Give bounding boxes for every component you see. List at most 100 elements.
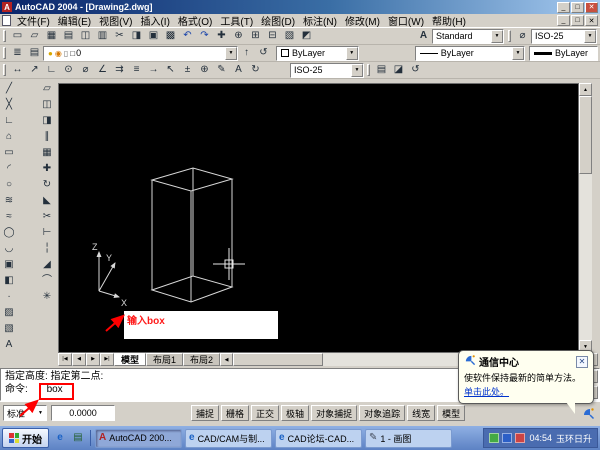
revision-cloud-icon[interactable]: ≋ xyxy=(1,193,17,209)
dim-diameter-icon[interactable]: ⌀ xyxy=(77,63,94,78)
balloon-link[interactable]: 单击此处。 xyxy=(464,385,509,398)
scroll-left-icon[interactable]: ◀ xyxy=(220,353,233,366)
spline-icon[interactable]: ≈ xyxy=(1,209,17,225)
tab-layout1[interactable]: 布局1 xyxy=(146,353,183,366)
dim-continue-icon[interactable]: → xyxy=(145,63,162,78)
drawing-area[interactable]: Z Y X 输入box xyxy=(58,83,579,353)
make-block-icon[interactable]: ◧ xyxy=(1,273,17,289)
dim-style-icon[interactable]: ⌀ xyxy=(514,29,531,44)
ellipse-arc-icon[interactable]: ◡ xyxy=(1,241,17,257)
dim-angular-icon[interactable]: ∠ xyxy=(94,63,111,78)
plot-icon[interactable]: ▤ xyxy=(60,29,77,44)
region-icon[interactable]: ▧ xyxy=(1,321,17,337)
point-icon[interactable]: ∙ xyxy=(1,289,17,305)
vertical-scrollbar[interactable]: ▲ ▼ xyxy=(579,83,592,353)
paste-icon[interactable]: ▣ xyxy=(145,29,162,44)
balloon-close-button[interactable]: ✕ xyxy=(576,356,588,368)
status-toggle[interactable]: 线宽 xyxy=(407,405,435,421)
toolbar-grip[interactable] xyxy=(3,47,6,59)
dropdown-arrow-icon[interactable]: ▼ xyxy=(584,30,596,43)
open-icon[interactable]: ▱ xyxy=(26,29,43,44)
redo-icon[interactable]: ↷ xyxy=(196,29,213,44)
color-combo[interactable]: ByLayer ▼ xyxy=(276,46,359,61)
menu-item[interactable]: 修改(M) xyxy=(341,14,384,27)
cut-icon[interactable]: ✂ xyxy=(111,29,128,44)
tray-icon-red[interactable] xyxy=(515,433,525,443)
dim-text-edit-icon[interactable]: A xyxy=(230,63,247,78)
tolerance-icon[interactable]: ± xyxy=(179,63,196,78)
menu-item[interactable]: 绘图(D) xyxy=(257,14,299,27)
toolbar-grip[interactable] xyxy=(3,64,6,76)
status-toggle[interactable]: 栅格 xyxy=(221,405,249,421)
extend-icon[interactable]: ⊢ xyxy=(39,225,55,241)
dim-style-row-combo[interactable]: ISO-25 ▼ xyxy=(290,63,364,78)
doc-minimize-button[interactable]: _ xyxy=(557,15,570,26)
quick-leader-icon[interactable]: ↖ xyxy=(162,63,179,78)
tab-model[interactable]: 模型 xyxy=(114,353,146,366)
layer-previous-icon[interactable]: ↺ xyxy=(255,46,272,61)
dim-style-apply-icon[interactable]: ▤ xyxy=(373,63,390,78)
menu-item[interactable]: 文件(F) xyxy=(13,14,54,27)
menu-item[interactable]: 窗口(W) xyxy=(384,14,428,27)
menu-item[interactable]: 视图(V) xyxy=(95,14,136,27)
dim-linear-icon[interactable]: ↔ xyxy=(9,63,26,78)
copy-object-icon[interactable]: ◫ xyxy=(39,97,55,113)
toolbar-grip[interactable] xyxy=(367,64,370,76)
command-input-text[interactable]: box xyxy=(47,384,63,395)
circle-icon[interactable]: ○ xyxy=(1,177,17,193)
center-mark-icon[interactable]: ⊕ xyxy=(196,63,213,78)
menu-item[interactable]: 标注(N) xyxy=(299,14,341,27)
first-tab-button[interactable]: |◀ xyxy=(58,353,72,366)
dim-style-icon[interactable]: ↺ xyxy=(407,63,424,78)
toolbar-grip[interactable] xyxy=(3,30,6,42)
dim-radius-icon[interactable]: ⊙ xyxy=(60,63,77,78)
undo-icon[interactable]: ↶ xyxy=(179,29,196,44)
menu-item[interactable]: 工具(T) xyxy=(216,14,257,27)
dropdown-arrow-icon[interactable]: ▼ xyxy=(351,64,363,77)
dim-override-icon[interactable]: ◪ xyxy=(390,63,407,78)
mtext-icon[interactable]: A xyxy=(1,337,17,353)
status-toggle[interactable]: 捕捉 xyxy=(191,405,219,421)
polyline-icon[interactable]: ∟ xyxy=(1,113,17,129)
lineweight-combo[interactable]: ByLayer xyxy=(529,46,598,61)
pan-icon[interactable]: ✚ xyxy=(213,29,230,44)
explode-icon[interactable]: ✳ xyxy=(39,289,55,305)
dropdown-arrow-icon[interactable]: ▼ xyxy=(346,47,358,60)
text-style-icon[interactable]: A xyxy=(415,29,432,44)
save-icon[interactable]: ▦ xyxy=(43,29,60,44)
menu-item[interactable]: 格式(O) xyxy=(174,14,216,27)
arc-icon[interactable]: ◜ xyxy=(1,161,17,177)
ellipse-icon[interactable]: ◯ xyxy=(1,225,17,241)
dropdown-arrow-icon[interactable]: ▼ xyxy=(491,30,503,43)
menu-item[interactable]: 编辑(E) xyxy=(54,14,95,27)
copy-icon[interactable]: ◨ xyxy=(128,29,145,44)
maximize-button[interactable]: □ xyxy=(571,2,584,13)
dropdown-arrow-icon[interactable]: ▼ xyxy=(512,47,524,60)
status-toggle[interactable]: 极轴 xyxy=(281,405,309,421)
rectangle-icon[interactable]: ▭ xyxy=(1,145,17,161)
break-icon[interactable]: ╎ xyxy=(39,241,55,257)
scale-icon[interactable]: ◣ xyxy=(39,193,55,209)
scrollbar-thumb[interactable] xyxy=(233,353,323,366)
line-icon[interactable]: ╱ xyxy=(1,81,17,97)
trim-icon[interactable]: ✂ xyxy=(39,209,55,225)
erase-icon[interactable]: ▱ xyxy=(39,81,55,97)
tab-layout2[interactable]: 布局2 xyxy=(183,353,220,366)
dim-style-combo[interactable]: ISO-25 ▼ xyxy=(531,29,597,44)
coordinate-display[interactable]: 0.0000 xyxy=(51,405,115,421)
status-toggle[interactable]: 对象追踪 xyxy=(359,405,405,421)
dim-ordinate-icon[interactable]: ∟ xyxy=(43,63,60,78)
last-tab-button[interactable]: ▶| xyxy=(100,353,114,366)
layers-icon[interactable]: ▤ xyxy=(26,46,43,61)
taskbar-item-browser1[interactable]: eCAD/CAM与制... xyxy=(185,429,272,448)
zoom-realtime-icon[interactable]: ⊕ xyxy=(230,29,247,44)
menu-item[interactable]: 插入(I) xyxy=(136,14,173,27)
taskbar-item-paint[interactable]: ✎1 - 画图 xyxy=(365,429,452,448)
minimize-button[interactable]: _ xyxy=(557,2,570,13)
quicklaunch-browser-icon[interactable]: e xyxy=(52,430,68,446)
menu-item[interactable]: 帮助(H) xyxy=(428,14,470,27)
doc-close-button[interactable]: ✕ xyxy=(585,15,598,26)
publish-icon[interactable]: ▥ xyxy=(94,29,111,44)
mirror-icon[interactable]: ◨ xyxy=(39,113,55,129)
zoom-window-icon[interactable]: ⊞ xyxy=(247,29,264,44)
